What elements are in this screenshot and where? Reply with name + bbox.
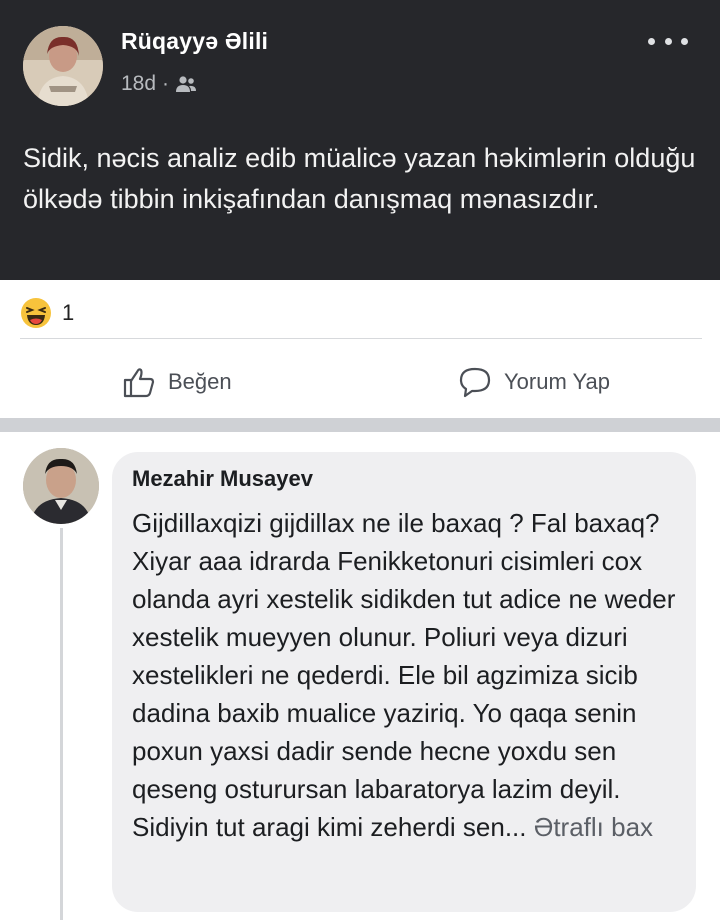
section-separator — [0, 418, 720, 432]
more-dots-icon[interactable] — [648, 30, 688, 52]
reply-thread-line — [60, 528, 63, 920]
comment-body: Gijdillaxqizi gijdillax ne ile baxaq ? F… — [132, 508, 676, 842]
comment-text: Gijdillaxqizi gijdillax ne ile baxaq ? F… — [132, 504, 688, 846]
commenter-avatar[interactable] — [23, 448, 99, 524]
commenter-name[interactable]: Mezahir Musayev — [132, 466, 313, 492]
like-label: Beğen — [168, 369, 232, 394]
comment-icon — [459, 367, 491, 398]
post-text: Sidik, nəcis analiz edib müalicə yazan h… — [23, 143, 696, 214]
thumbs-up-icon — [123, 368, 155, 398]
comment-label: Yorum Yap — [504, 369, 611, 394]
comment-button[interactable]: Yorum Yap — [458, 364, 610, 400]
reactions-summary[interactable]: 1 — [20, 296, 74, 330]
comment-bubble: Mezahir Musayev Gijdillaxqizi gijdillax … — [112, 452, 696, 912]
haha-emoji-icon — [21, 298, 51, 328]
author-avatar[interactable] — [23, 26, 103, 106]
reaction-count: 1 — [62, 300, 75, 325]
like-button[interactable]: Beğen — [122, 364, 232, 400]
friends-icon — [176, 76, 197, 92]
post-author-name[interactable]: Rüqayyə Əlili — [121, 28, 268, 55]
divider — [20, 338, 702, 339]
post-timestamp[interactable]: 18d — [121, 72, 156, 96]
meta-separator: · — [162, 72, 170, 95]
see-more-link[interactable]: Ətraflı bax — [534, 812, 653, 842]
post-card: Rüqayyə Əlili 18d · Sidik, nəcis analiz … — [0, 0, 720, 280]
post-meta: 18d · — [121, 72, 197, 96]
